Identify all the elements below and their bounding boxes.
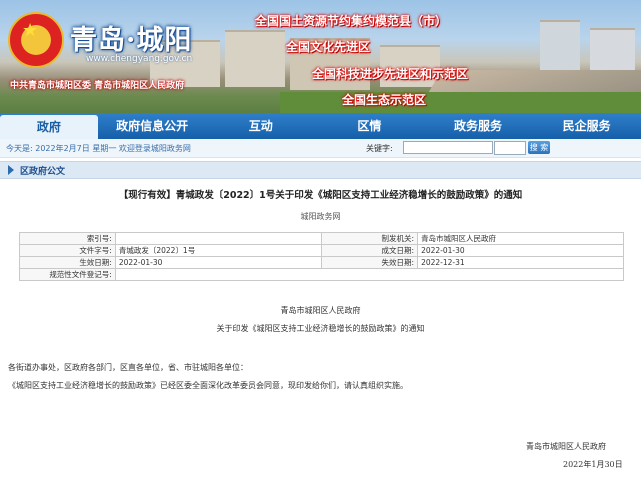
document-title: 【现行有效】青城政发〔2022〕1号关于印发《城阳区支持工业经济稳增长的鼓励政策… — [118, 190, 523, 201]
nav-item-enterprise-services[interactable]: 民企服务 — [532, 113, 641, 139]
nav-item-gov-services[interactable]: 政务服务 — [424, 113, 533, 139]
issuer-name: 青岛市城阳区人民政府 — [280, 306, 361, 315]
site-url: www.chengyang.gov.cn — [86, 54, 193, 64]
meta-label: 制发机关: — [321, 232, 419, 245]
search-type-select[interactable] — [494, 141, 526, 155]
document-meta-table: 索引号: 制发机关: 青岛市城阳区人民政府 文件字号: 青城政发〔2022〕1号… — [19, 232, 625, 281]
document-date: 2022年1月30日 — [563, 460, 623, 469]
keyword-label: 关键字: — [366, 144, 393, 153]
meta-value: 2022-01-30 — [417, 244, 624, 257]
meta-label: 文件字号: — [19, 244, 116, 257]
table-row: 生效日期: 2022-01-30 失效日期: 2022-12-31 — [19, 256, 624, 269]
meta-label: 规范性文件登记号: — [19, 268, 116, 281]
today-welcome-text: 今天是: 2022年2月7日 星期一 欢迎登录城阳政务网 — [6, 144, 191, 153]
meta-label: 成文日期: — [321, 244, 419, 257]
table-row: 文件字号: 青城政发〔2022〕1号 成文日期: 2022-01-30 — [19, 244, 624, 257]
search-button-label: 搜 索 — [529, 143, 549, 152]
honor-3: 全国科技进步先进区和示范区 — [312, 67, 469, 81]
meta-label: 失效日期: — [321, 256, 419, 269]
breadcrumb-label[interactable]: 区政府公文 — [20, 164, 65, 177]
meta-label: 生效日期: — [19, 256, 116, 269]
meta-value: 青城政发〔2022〕1号 — [114, 244, 323, 257]
breadcrumb: 区政府公文 — [0, 161, 641, 179]
honor-4: 全国生态示范区 — [342, 93, 427, 107]
meta-label: 索引号: — [19, 232, 116, 245]
nav-item-interaction[interactable]: 互动 — [206, 113, 315, 139]
star-icon: ★ — [22, 20, 39, 41]
body-paragraph: 《城阳区支持工业经济稳增长的鼓励政策》已经区委全面深化改革委员会同意，现印发给你… — [8, 381, 408, 390]
search-button[interactable]: 搜 索 — [528, 141, 550, 154]
recipients-text: 各街道办事处，区政府各部门，区直各单位，省、市驻城阳各单位： — [8, 363, 248, 372]
main-nav: 政府 政府信息公开 互动 区情 政务服务 民企服务 — [0, 113, 641, 139]
nav-item-government[interactable]: 政府 — [0, 115, 98, 139]
signature: 青岛市城阳区人民政府 — [526, 442, 606, 451]
info-bar: 今天是: 2022年2月7日 星期一 欢迎登录城阳政务网 关键字: 搜 索 — [0, 139, 641, 158]
honor-1: 全国国土资源节约集约模范县（市） — [255, 14, 448, 28]
document-source: 城阳政务网 — [300, 212, 341, 221]
meta-value — [114, 268, 625, 281]
nav-item-info-disclosure[interactable]: 政府信息公开 — [98, 113, 207, 139]
table-row: 索引号: 制发机关: 青岛市城阳区人民政府 — [19, 232, 624, 245]
org-names: 中共青岛市城阳区委 青岛市城阳区人民政府 — [10, 81, 185, 91]
arrow-right-icon — [8, 165, 14, 175]
meta-value — [114, 232, 323, 245]
meta-value: 2022-01-30 — [114, 256, 323, 269]
search-input[interactable] — [403, 141, 493, 154]
site-title: 青岛·城阳 — [70, 25, 193, 56]
notice-title: 关于印发《城阳区支持工业经济稳增长的鼓励政策》的通知 — [216, 324, 425, 333]
nav-item-district-info[interactable]: 区情 — [315, 113, 424, 139]
table-row: 规范性文件登记号: — [19, 268, 625, 281]
header-banner: ★ 青岛·城阳 www.chengyang.gov.cn 中共青岛市城阳区委 青… — [0, 0, 641, 113]
honor-2: 全国文化先进区 — [286, 40, 371, 54]
meta-value: 2022-12-31 — [417, 256, 624, 269]
meta-value: 青岛市城阳区人民政府 — [417, 232, 624, 245]
